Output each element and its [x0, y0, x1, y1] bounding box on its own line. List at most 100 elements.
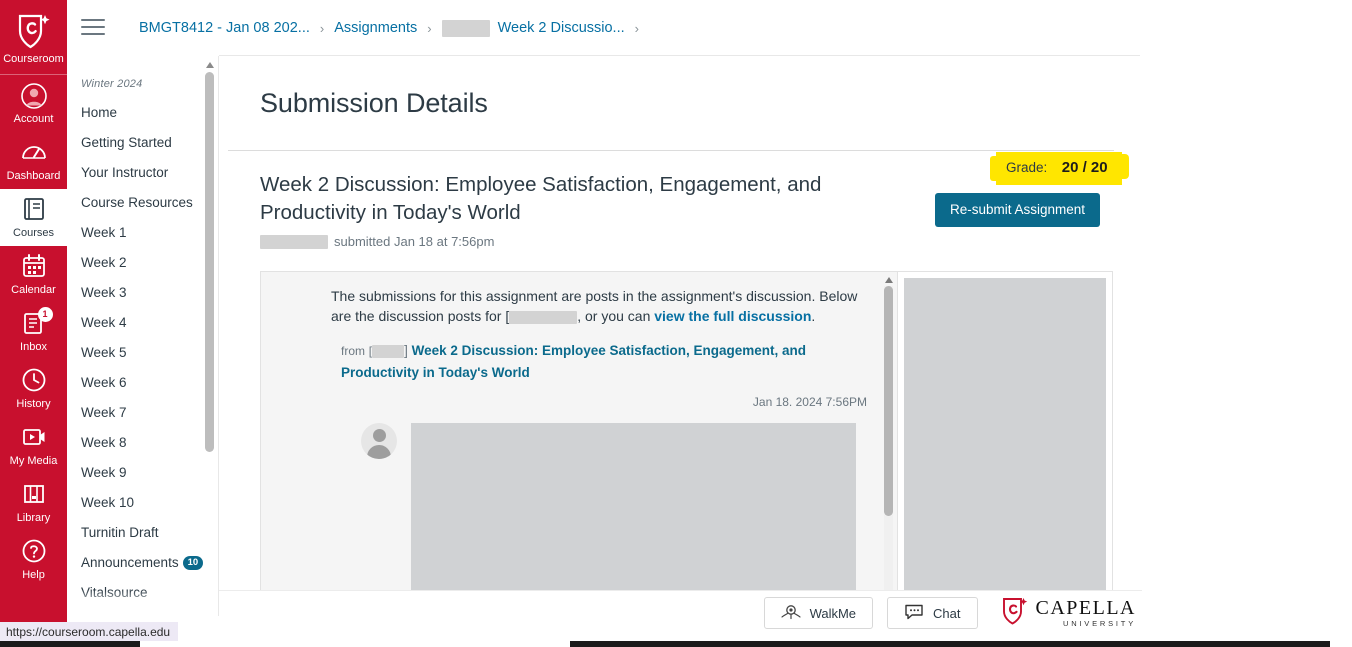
- global-nav-label: Help: [22, 569, 45, 581]
- course-nav-item-week-7[interactable]: Week 7: [67, 398, 218, 428]
- global-nav-item-library[interactable]: Library: [0, 474, 67, 531]
- from-label: from: [341, 344, 365, 358]
- courses-book-icon: [0, 196, 67, 224]
- breadcrumb-separator-icon: ›: [427, 20, 432, 36]
- from-bracket-close: ]: [404, 343, 408, 358]
- grade-value: 20 / 20: [1061, 159, 1108, 176]
- discussion-scroll-thumb[interactable]: [884, 286, 893, 516]
- course-nav-item-week-6[interactable]: Week 6: [67, 368, 218, 398]
- global-nav-courseroom-brand[interactable]: Courseroom: [0, 0, 67, 74]
- course-nav-scrollbar[interactable]: [205, 60, 214, 610]
- resubmit-assignment-button[interactable]: Re-submit Assignment: [935, 193, 1101, 227]
- post-author-redaction-block: [372, 344, 405, 358]
- page-footer: WalkMe Chat CAPELLA UNIVERSITY: [219, 591, 1142, 635]
- course-nav-scroll-thumb[interactable]: [205, 72, 214, 452]
- page-title: Submission Details: [260, 88, 488, 118]
- scroll-up-arrow-icon[interactable]: [205, 60, 214, 70]
- course-nav-label: Announcements: [81, 555, 179, 570]
- course-nav-item-week-9[interactable]: Week 9: [67, 458, 218, 488]
- course-nav-item-week-3[interactable]: Week 3: [67, 278, 218, 308]
- course-nav-item-week-2[interactable]: Week 2: [67, 248, 218, 278]
- main-content: Submission Details Grade: 20 / 20 Week 2…: [219, 56, 1142, 591]
- global-nav-label: Calendar: [11, 284, 56, 296]
- post-title-link[interactable]: Week 2 Discussion: Employee Satisfaction…: [341, 343, 806, 380]
- course-nav-item-getting-started[interactable]: Getting Started: [67, 128, 218, 158]
- view-full-discussion-link[interactable]: view the full discussion: [654, 308, 811, 324]
- history-clock-icon: [0, 367, 67, 395]
- global-nav-label: Account: [13, 113, 54, 125]
- global-nav-label: Courses: [13, 227, 54, 239]
- global-nav-label: History: [16, 398, 51, 410]
- walkme-pin-icon: [780, 604, 801, 623]
- course-navigation: Winter 2024 Home Getting Started Your In…: [67, 56, 219, 616]
- intro-part-2: , or you can: [577, 308, 655, 324]
- avatar: [361, 423, 397, 459]
- post-date: Jan 18. 2024 7:56PM: [752, 395, 867, 409]
- course-nav-item-home[interactable]: Home: [67, 98, 218, 128]
- browser-status-url: https://courseroom.capella.edu: [0, 622, 179, 641]
- course-nav-item-week-10[interactable]: Week 10: [67, 488, 218, 518]
- global-nav-label: Inbox: [20, 341, 47, 353]
- document-preview-redaction-block: [904, 278, 1106, 591]
- global-nav-item-my-media[interactable]: My Media: [0, 417, 67, 474]
- chat-button[interactable]: Chat: [887, 597, 978, 629]
- breadcrumb: BMGT8412 - Jan 08 202... › Assignments ›…: [139, 19, 649, 37]
- calendar-icon: [0, 253, 67, 281]
- course-nav-item-turnitin-draft[interactable]: Turnitin Draft: [67, 518, 218, 548]
- post-body-redaction-block: [411, 423, 856, 591]
- breadcrumb-item-week2-discussion[interactable]: Week 2 Discussio...: [498, 20, 625, 36]
- dashboard-icon: [0, 139, 67, 167]
- submission-intro-text: The submissions for this assignment are …: [261, 272, 897, 326]
- assignment-header-left: Week 2 Discussion: Employee Satisfaction…: [260, 171, 905, 249]
- announcements-count-badge: 10: [182, 556, 204, 570]
- course-nav-item-week-5[interactable]: Week 5: [67, 338, 218, 368]
- discussion-post: [261, 409, 897, 591]
- course-nav-item-course-resources[interactable]: Course Resources: [67, 188, 218, 218]
- global-nav-item-inbox[interactable]: 1 Inbox: [0, 303, 67, 360]
- walkme-label: WalkMe: [809, 605, 857, 621]
- help-question-icon: [0, 538, 67, 566]
- inbox-icon: [0, 310, 67, 338]
- student-name-redaction-block: [509, 310, 578, 324]
- course-term-label: Winter 2024: [81, 78, 143, 90]
- global-nav-brand-label: Courseroom: [3, 53, 64, 65]
- post-from-line: from [] Week 2 Discussion: Employee Sati…: [261, 326, 897, 383]
- walkme-button[interactable]: WalkMe: [763, 597, 874, 629]
- course-nav-item-your-instructor[interactable]: Your Instructor: [67, 158, 218, 188]
- global-nav-item-account[interactable]: Account: [0, 75, 67, 132]
- breadcrumb-separator-icon: ›: [634, 20, 639, 36]
- course-nav-item-announcements[interactable]: Announcements 10: [67, 548, 218, 578]
- course-nav-item-week-4[interactable]: Week 4: [67, 308, 218, 338]
- global-nav-item-help[interactable]: Help: [0, 531, 67, 588]
- breadcrumb-separator-icon: ›: [319, 20, 325, 36]
- account-icon: [0, 82, 67, 110]
- course-nav-fade: [67, 590, 218, 616]
- discussion-pane-scrollbar[interactable]: [882, 274, 895, 591]
- scroll-up-arrow-icon[interactable]: [882, 274, 895, 285]
- breadcrumb-item-course[interactable]: BMGT8412 - Jan 08 202...: [139, 20, 310, 36]
- document-preview-pane[interactable]: [897, 272, 1112, 591]
- global-nav-label: Dashboard: [6, 170, 61, 182]
- library-books-icon: [0, 481, 67, 509]
- grade-container: Grade: 20 / 20: [990, 152, 1140, 185]
- submitted-text: submitted Jan 18 at 7:56pm: [334, 234, 495, 249]
- global-nav-label: My Media: [9, 455, 58, 467]
- course-nav-item-week-8[interactable]: Week 8: [67, 428, 218, 458]
- my-media-video-icon: [0, 424, 67, 452]
- hamburger-icon[interactable]: [81, 19, 105, 37]
- grade-label: Grade:: [1006, 160, 1048, 175]
- global-nav-item-history[interactable]: History: [0, 360, 67, 417]
- global-nav-item-dashboard[interactable]: Dashboard: [0, 132, 67, 189]
- author-redaction-block: [260, 234, 328, 249]
- global-nav-item-calendar[interactable]: Calendar: [0, 246, 67, 303]
- discussion-posts-pane: The submissions for this assignment are …: [261, 272, 897, 591]
- course-nav-item-week-1[interactable]: Week 1: [67, 218, 218, 248]
- chat-label: Chat: [933, 605, 961, 621]
- global-nav-label: Library: [16, 512, 51, 524]
- browser-window-bottom-edge: [0, 641, 1352, 647]
- top-breadcrumb-bar: BMGT8412 - Jan 08 202... › Assignments ›…: [67, 0, 1352, 56]
- breadcrumb-item-assignments[interactable]: Assignments: [334, 20, 417, 36]
- global-nav-item-courses[interactable]: Courses: [0, 189, 67, 246]
- submission-preview-card: The submissions for this assignment are …: [260, 271, 1113, 591]
- assignment-title: Week 2 Discussion: Employee Satisfaction…: [260, 173, 822, 224]
